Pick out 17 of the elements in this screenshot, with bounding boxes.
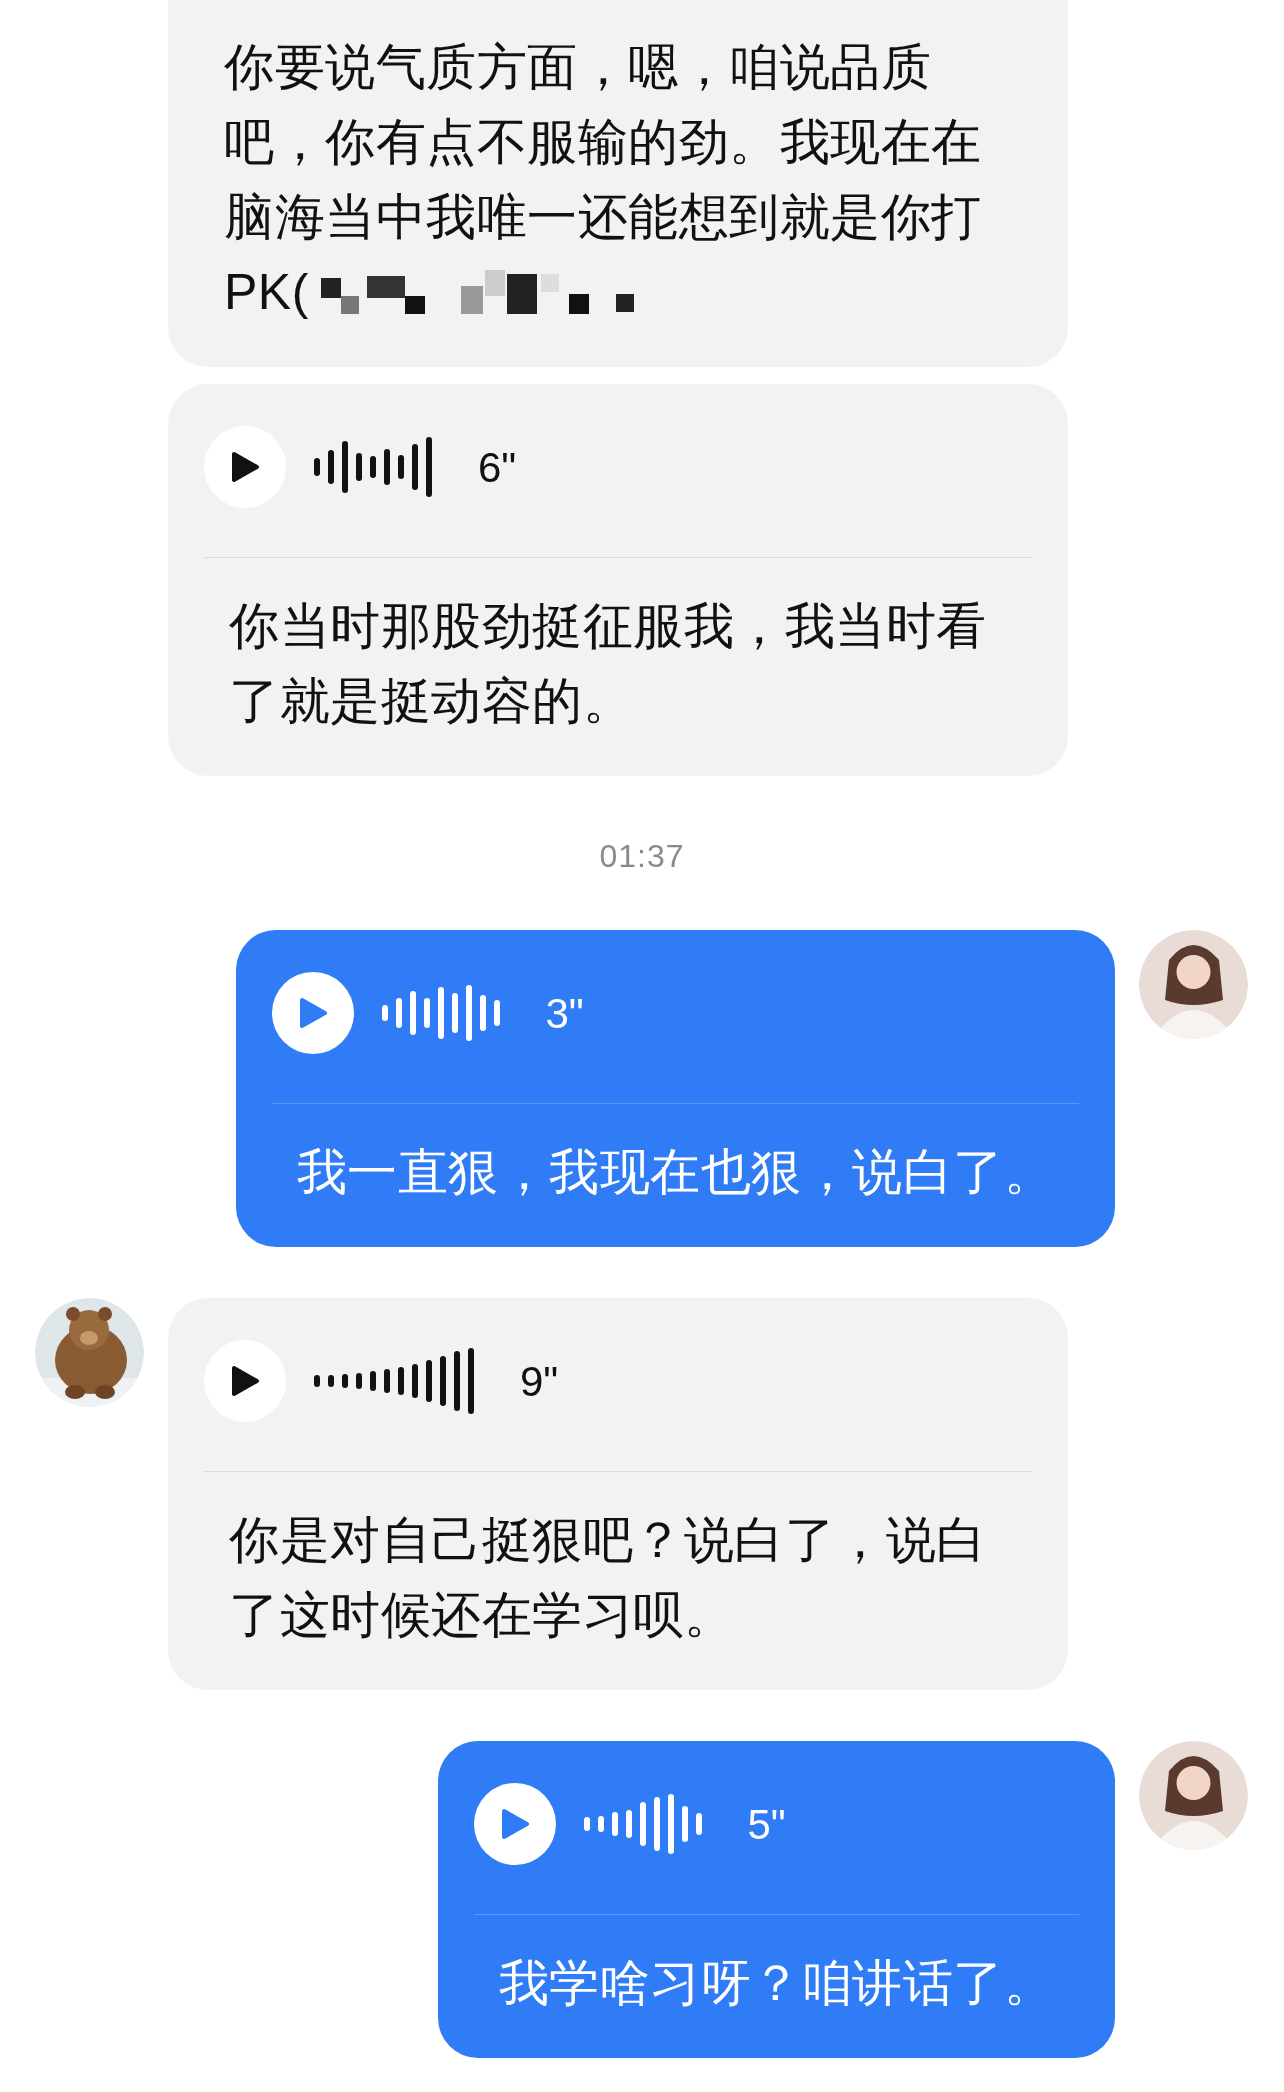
transcript-text: 你当时那股劲挺征服我，我当时看了就是挺动容的。 — [229, 597, 988, 731]
play-icon — [499, 1808, 530, 1840]
voice-duration: 9" — [520, 1356, 559, 1407]
voice-duration: 3" — [545, 988, 584, 1039]
message-text: PK( — [224, 263, 309, 322]
avatar-icon — [1139, 930, 1248, 1039]
transcript-text: 我学啥习呀？咱讲话了。 — [498, 1954, 1054, 2013]
voice-duration: 6" — [478, 442, 517, 493]
play-icon — [297, 997, 328, 1029]
timestamp: 01:37 — [599, 837, 685, 876]
transcript-text: 我一直狠，我现在也狠，说白了。 — [296, 1143, 1054, 1202]
play-icon — [230, 1365, 260, 1397]
play-icon — [230, 451, 260, 483]
avatar-icon — [1139, 1741, 1248, 1850]
transcript-text: 你是对自己挺狠吧？说白了，说白了这时候还在学习呗。 — [229, 1511, 988, 1645]
message-text: 你要说气质方面，嗯，咱说品质吧，你有点不服输的劲。我现在在脑海当中我唯一还能想到就是你打 — [224, 38, 983, 247]
voice-duration: 5" — [747, 1799, 786, 1850]
